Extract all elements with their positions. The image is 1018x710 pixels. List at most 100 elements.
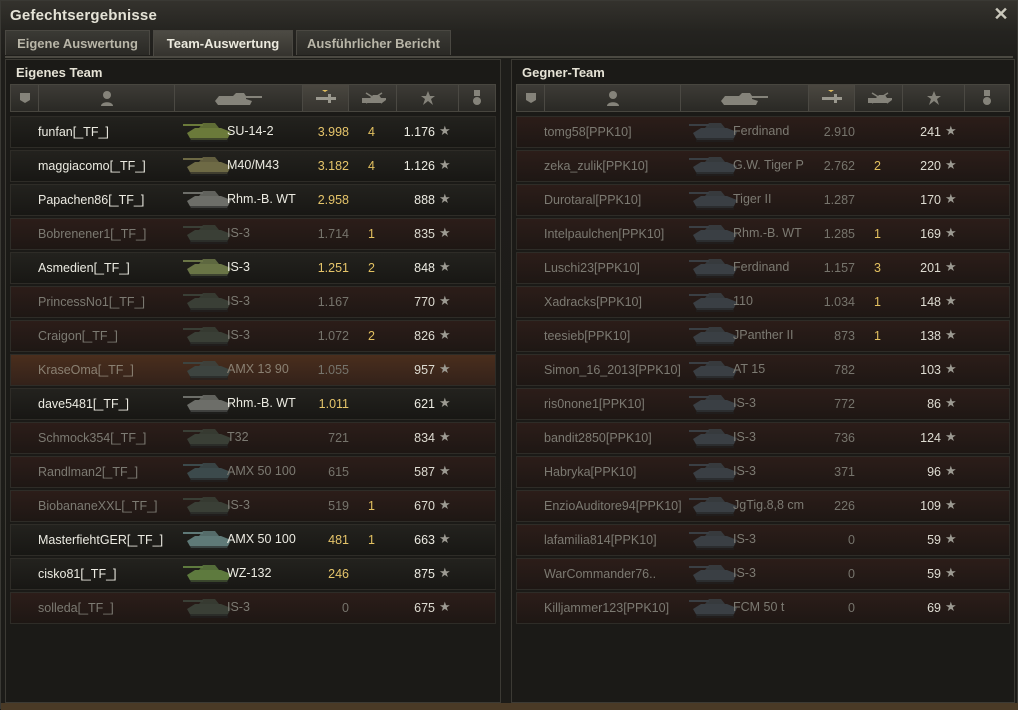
tab-eigene-auswertung[interactable]: Eigene Auswertung (5, 30, 150, 55)
xp-value: 69 (927, 601, 941, 615)
xp-star-icon: ★ (945, 395, 957, 410)
tank-name: 110 (733, 294, 753, 308)
tank-icon[interactable] (681, 85, 809, 111)
player-name: maggiacomo[_TF_] (38, 159, 146, 173)
player-name: EnzioAuditore94[PPK10] (544, 499, 682, 513)
player-name: cisko81[_TF_] (38, 567, 117, 581)
damage-value: 1.251 (317, 261, 349, 275)
table-row[interactable]: Xadracks[PPK10] 110 1.034 1 148 ★ (516, 286, 1010, 318)
table-row[interactable]: Bobrenener1[_TF_] IS-3 1.714 1 835 ★ (10, 218, 496, 250)
tank-name: T32 (227, 430, 249, 444)
close-icon[interactable]: ✕ (991, 4, 1011, 24)
table-row[interactable]: Asmedien[_TF_] IS-3 1.251 2 848 ★ (10, 252, 496, 284)
table-row[interactable]: MasterfiehtGER[_TF_] AMX 50 100 481 1 663 ★ (10, 524, 496, 556)
kills-value: 3 (874, 261, 881, 275)
table-row[interactable]: solleda[_TF_] IS-3 0 675 ★ (10, 592, 496, 624)
xp-value: 875 (414, 567, 435, 581)
damage-value: 481 (328, 533, 349, 547)
damage-value: 3.182 (317, 159, 349, 173)
kills-value: 2 (368, 329, 375, 343)
squad-icon[interactable] (517, 85, 545, 111)
xp-star-icon: ★ (439, 565, 451, 580)
table-row[interactable]: Randlman2[_TF_] AMX 50 100 615 587 ★ (10, 456, 496, 488)
damage-value: 1.287 (823, 193, 855, 207)
table-row[interactable]: Luschi23[PPK10] Ferdinand 1.157 3 201 ★ (516, 252, 1010, 284)
table-row[interactable]: Schmock354[_TF_] T32 721 834 ★ (10, 422, 496, 454)
table-row[interactable]: EnzioAuditore94[PPK10] JgTig.8,8 cm 226 109… (516, 490, 1010, 522)
xp-value: 96 (927, 465, 941, 479)
damage-value: 0 (848, 567, 855, 581)
table-row[interactable]: lafamilia814[PPK10] IS-3 0 59 ★ (516, 524, 1010, 556)
xp-star-icon: ★ (945, 225, 957, 240)
tank-name: JgTig.8,8 cm (733, 498, 805, 512)
medal-icon[interactable] (965, 85, 1009, 111)
table-row[interactable]: teesieb[PPK10] JPanther II 873 1 138 ★ (516, 320, 1010, 352)
table-row[interactable]: zeka_zulik[PPK10] G.W. Tiger P 2.762 2 220 ★ (516, 150, 1010, 182)
damage-value: 1.011 (318, 397, 349, 411)
xp-star-icon: ★ (439, 497, 451, 512)
xp-value: 124 (920, 431, 941, 445)
player-name: Durotaral[PPK10] (544, 193, 642, 207)
tank-icon[interactable] (175, 85, 303, 111)
damage-icon[interactable] (809, 85, 855, 111)
xp-star-icon: ★ (439, 327, 451, 342)
table-row[interactable]: BiobananeXXL[_TF_] IS-3 519 1 670 ★ (10, 490, 496, 522)
table-row[interactable]: PrincessNo1[_TF_] IS-3 1.167 770 ★ (10, 286, 496, 318)
tank-name: Ferdinand (733, 124, 790, 138)
tank-name: Rhm.-B. WT (227, 396, 296, 410)
xp-value: 834 (414, 431, 435, 445)
table-row[interactable]: ris0none1[PPK10] IS-3 772 86 ★ (516, 388, 1010, 420)
table-row[interactable]: maggiacomo[_TF_] M40/M43 3.182 4 1.126 ★ (10, 150, 496, 182)
table-row[interactable]: tomg58[PPK10] Ferdinand 2.910 241 ★ (516, 116, 1010, 148)
table-row[interactable]: funfan[_TF_] SU-14-2 3.998 4 1.176 ★ (10, 116, 496, 148)
damage-value: 3.998 (317, 125, 349, 139)
enemy-team-title: Gegner-Team (522, 65, 605, 80)
kills-icon[interactable] (855, 85, 903, 111)
table-row[interactable]: Durotaral[PPK10] Tiger II 1.287 170 ★ (516, 184, 1010, 216)
xp-star-icon: ★ (439, 395, 451, 410)
table-row[interactable]: Papachen86[_TF_] Rhm.-B. WT 2.958 888 ★ (10, 184, 496, 216)
player-name: teesieb[PPK10] (544, 329, 631, 343)
squad-icon[interactable] (11, 85, 39, 111)
kills-value: 1 (368, 227, 375, 241)
table-row[interactable]: Simon_16_2013[PPK10] AT 15 782 103 ★ (516, 354, 1010, 386)
player-icon[interactable] (39, 85, 175, 111)
table-row[interactable]: cisko81[_TF_] WZ-132 246 875 ★ (10, 558, 496, 590)
damage-value: 246 (328, 567, 349, 581)
player-name: ris0none1[PPK10] (544, 397, 645, 411)
damage-value: 873 (834, 329, 855, 343)
table-row[interactable]: Craigon[_TF_] IS-3 1.072 2 826 ★ (10, 320, 496, 352)
table-row[interactable]: Killjammer123[PPK10] FCM 50 t 0 69 ★ (516, 592, 1010, 624)
medal-icon[interactable] (459, 85, 495, 111)
table-row[interactable]: KraseOma[_TF_] AMX 13 90 1.055 957 ★ (10, 354, 496, 386)
table-row[interactable]: WarCommander76.. IS-3 0 59 ★ (516, 558, 1010, 590)
table-row[interactable]: Intelpaulchen[PPK10] Rhm.-B. WT 1.285 1 169 ★ (516, 218, 1010, 250)
own-team-header (10, 84, 496, 112)
xp-value: 621 (414, 397, 435, 411)
tab-team-auswertung[interactable]: Team-Auswertung (153, 30, 293, 56)
xp-star-icon: ★ (439, 191, 451, 206)
xp-star-icon: ★ (439, 599, 451, 614)
xp-star-icon[interactable] (397, 85, 459, 111)
xp-star-icon: ★ (439, 531, 451, 546)
xp-star-icon: ★ (439, 361, 451, 376)
xp-value: 826 (414, 329, 435, 343)
tab-ausfuehrlicher-bericht[interactable]: Ausführlicher Bericht (296, 30, 451, 55)
damage-icon[interactable] (303, 85, 349, 111)
xp-value: 1.176 (403, 125, 435, 139)
damage-value: 1.072 (317, 329, 349, 343)
xp-star-icon[interactable] (903, 85, 965, 111)
damage-value: 1.285 (823, 227, 855, 241)
xp-value: 148 (920, 295, 941, 309)
table-row[interactable]: Habryka[PPK10] IS-3 371 96 ★ (516, 456, 1010, 488)
xp-value: 670 (414, 499, 435, 513)
xp-value: 138 (920, 329, 941, 343)
player-name: Asmedien[_TF_] (38, 261, 130, 275)
damage-value: 0 (848, 601, 855, 615)
table-row[interactable]: bandit2850[PPK10] IS-3 736 124 ★ (516, 422, 1010, 454)
table-row[interactable]: dave5481[_TF_] Rhm.-B. WT 1.011 621 ★ (10, 388, 496, 420)
xp-star-icon: ★ (945, 361, 957, 376)
player-icon[interactable] (545, 85, 681, 111)
tank-name: IS-3 (227, 226, 250, 240)
kills-icon[interactable] (349, 85, 397, 111)
